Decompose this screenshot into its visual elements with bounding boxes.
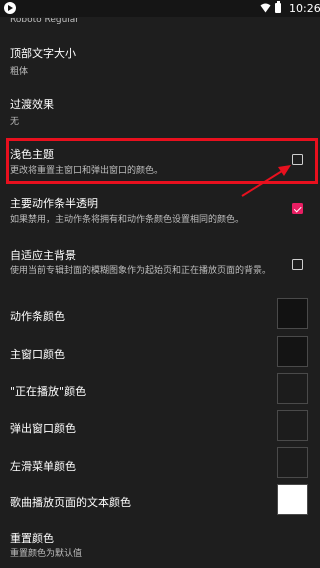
setting-main-window-color[interactable]: 主窗口颜色 [0,336,320,376]
setting-title: 过渡效果 [10,98,54,111]
action-bar-color-swatch[interactable] [277,298,308,329]
play-icon [4,2,16,14]
now-playing-color-swatch[interactable] [277,373,308,404]
setting-reset-colors[interactable]: 重置颜色 重置颜色为默认值 [0,524,320,568]
setting-translucent-action-bar[interactable]: 主要动作条半透明 如果禁用，主动作条将拥有和动作条颜色设置相同的颜色。 [0,188,320,236]
adaptive-background-checkbox[interactable] [292,259,303,270]
setting-summary: 使用当前专辑封面的模糊图象作为起始页和正在播放页面的背景。 [10,266,272,276]
setting-title: 动作条颜色 [10,310,65,323]
setting-title: 自适应主背景 [10,249,76,262]
setting-title: 主要动作条半透明 [10,197,98,210]
setting-popup-window-color[interactable]: 弹出窗口颜色 [0,410,320,450]
setting-summary: 如果禁用，主动作条将拥有和动作条颜色设置相同的颜色。 [10,215,245,225]
main-window-color-swatch[interactable] [277,336,308,367]
status-bar: 10:26 [0,0,320,17]
popup-window-color-swatch[interactable] [277,410,308,441]
setting-transition-effect[interactable]: 过渡效果 无 [0,86,320,136]
setting-title: 主窗口颜色 [10,348,65,361]
status-time: 10:26 [289,2,320,15]
battery-icon [275,1,281,13]
setting-title: 弹出窗口颜色 [10,422,76,435]
translucent-action-bar-checkbox[interactable] [292,203,303,214]
setting-title: 顶部文字大小 [10,47,76,60]
setting-title: 歌曲播放页面的文本颜色 [10,496,131,509]
setting-song-text-color[interactable]: 歌曲播放页面的文本颜色 [0,484,320,524]
setting-summary: 粗体 [10,67,29,77]
setting-summary: 重置颜色为默认值 [10,549,83,559]
setting-adaptive-background[interactable]: 自适应主背景 使用当前专辑封面的模糊图象作为起始页和正在播放页面的背景。 [0,240,320,288]
setting-top-text-size[interactable]: 顶部文字大小 粗体 [0,36,320,86]
highlight-box [6,138,318,184]
setting-title: 重置颜色 [10,532,54,545]
setting-now-playing-color[interactable]: "正在播放"颜色 [0,373,320,413]
wifi-icon [260,3,271,13]
setting-title: "正在播放"颜色 [10,385,87,398]
setting-side-menu-color[interactable]: 左滑菜单颜色 [0,446,320,486]
setting-title: 左滑菜单颜色 [10,460,76,473]
setting-summary: 无 [10,117,20,127]
setting-action-bar-color[interactable]: 动作条颜色 [0,296,320,336]
side-menu-color-swatch[interactable] [277,447,308,478]
song-text-color-swatch[interactable] [277,484,308,515]
